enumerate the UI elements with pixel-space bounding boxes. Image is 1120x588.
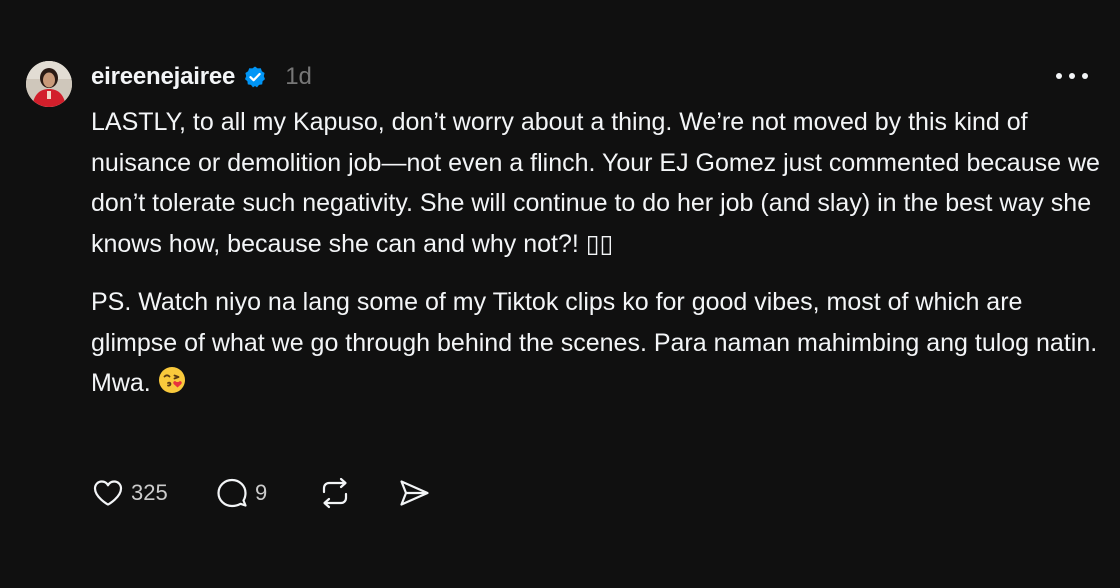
post-header: eireenejairee 1d [91,60,312,94]
kiss-emoji-icon [157,365,187,408]
repost-button[interactable] [317,475,397,511]
heart-icon [93,480,123,506]
avatar[interactable] [26,61,72,107]
reply-button[interactable]: 9 [215,476,317,510]
reply-count: 9 [255,480,268,505]
username-link[interactable]: eireenejairee [91,63,235,91]
repost-icon [322,477,348,509]
verified-badge-icon [243,65,267,89]
post-timestamp[interactable]: 1d [285,63,312,91]
post-paragraph: LASTLY, to all my Kapuso, don’t worry ab… [91,108,1100,258]
more-options-button[interactable] [1052,66,1092,86]
post-paragraph: PS. Watch niyo na lang some of my Tiktok… [91,282,1101,408]
avatar-image [26,61,72,107]
post-body: LASTLY, to all my Kapuso, don’t worry ab… [91,102,1101,408]
like-count: 325 [131,480,168,505]
thread-post: eireenejairee 1d LASTLY, to all my Kapus… [0,0,1120,588]
post-actions: 325 9 [91,474,437,512]
comment-bubble-icon [217,478,247,508]
more-dots-icon [1056,73,1088,79]
post-paragraph-text: PS. Watch niyo na lang some of my Tiktok… [91,288,1098,397]
send-icon [400,480,429,506]
share-button[interactable] [397,476,437,510]
like-button[interactable]: 325 [91,476,215,510]
